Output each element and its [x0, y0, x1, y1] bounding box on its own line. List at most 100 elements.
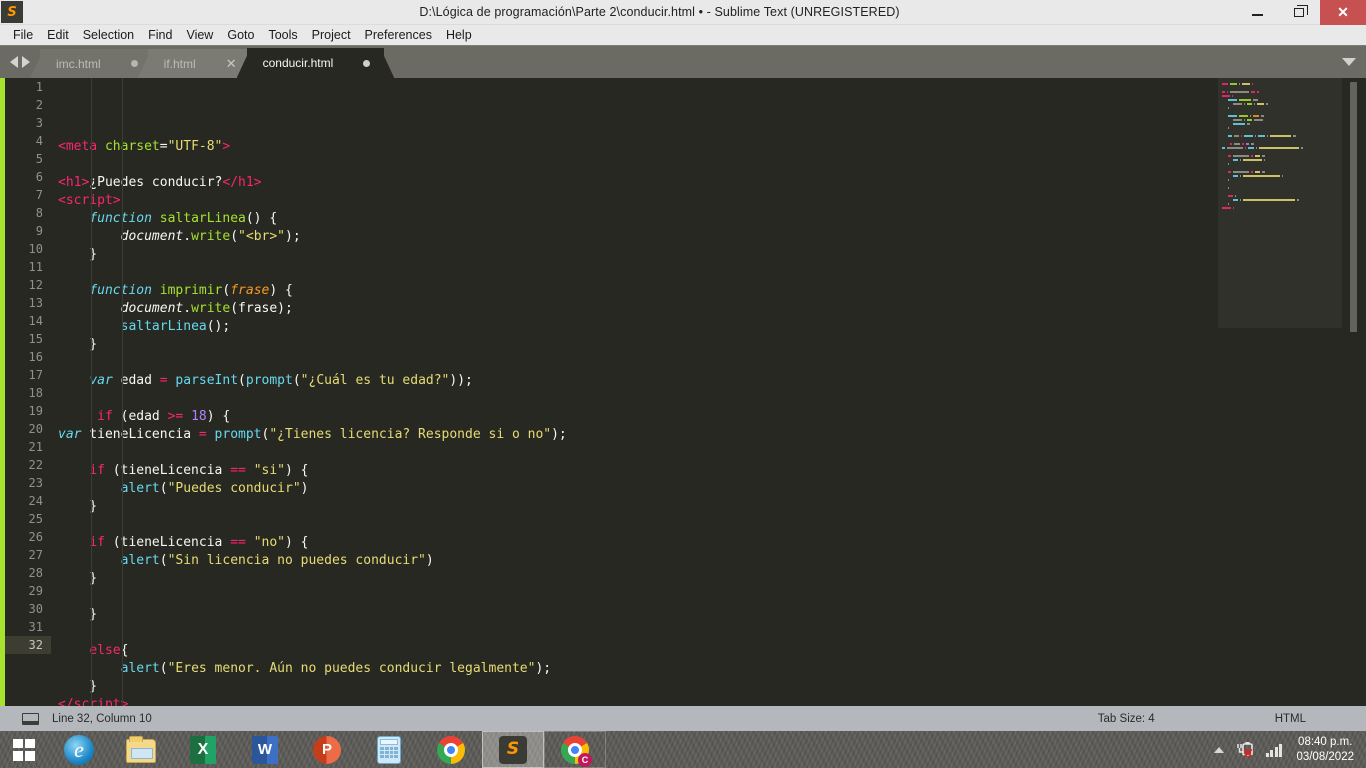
tab-prev-icon[interactable]	[10, 56, 18, 68]
code-line[interactable]	[51, 156, 1211, 174]
token-punct: (	[159, 481, 168, 496]
syntax-indicator[interactable]: HTML	[1275, 713, 1306, 725]
code-line[interactable]	[51, 354, 1211, 372]
code-line[interactable]: function saltarLinea() {	[51, 210, 1211, 228]
code-line[interactable]: document.write(frase);	[51, 300, 1211, 318]
taskbar-item-powerpoint[interactable]	[296, 731, 358, 768]
clock[interactable]: 08:40 p.m. 03/08/2022	[1296, 735, 1354, 765]
code-line[interactable]	[51, 516, 1211, 534]
taskbar-item-word[interactable]	[234, 731, 296, 768]
token-op: >=	[167, 409, 184, 424]
token-punct: );	[285, 229, 301, 244]
close-icon: ✕	[1337, 4, 1349, 20]
menu-item-project[interactable]: Project	[305, 27, 358, 43]
code-line[interactable]: }	[51, 336, 1211, 354]
word-icon	[250, 735, 280, 765]
code-line[interactable]: function imprimir(frase) {	[51, 282, 1211, 300]
taskbar-item-chrome-window[interactable]: C	[544, 731, 606, 768]
token-punct: .	[183, 301, 192, 316]
code-line[interactable]: var tieneLicencia = prompt("¿Tienes lice…	[51, 426, 1211, 444]
code-line[interactable]: <script>	[51, 192, 1211, 210]
menu-item-view[interactable]: View	[179, 27, 220, 43]
code-line[interactable]: var edad = parseInt(prompt("¿Cuál es tu …	[51, 372, 1211, 390]
taskbar-item-excel[interactable]	[172, 731, 234, 768]
start-button[interactable]	[0, 731, 48, 768]
menu-item-preferences[interactable]: Preferences	[358, 27, 439, 43]
code-line[interactable]: if (tieneLicencia == "si") {	[51, 462, 1211, 480]
menu-item-help[interactable]: Help	[439, 27, 479, 43]
token-builtin: alert	[120, 661, 160, 676]
taskbar-item-calculator[interactable]	[358, 731, 420, 768]
battery-charging-error-icon[interactable]	[1236, 741, 1256, 758]
line-column-indicator: Line 32, Column 10	[52, 712, 152, 725]
tab-unsaved-dot-icon[interactable]	[130, 60, 138, 67]
sublime-logo-icon: S	[1, 1, 23, 23]
code-line[interactable]: </script>	[51, 696, 1211, 706]
code-line[interactable]: <meta charset="UTF-8">	[51, 138, 1211, 156]
minimize-button[interactable]	[1236, 0, 1278, 25]
token-op: ==	[230, 463, 246, 478]
sublime-icon: S	[498, 735, 528, 765]
code-line[interactable]	[51, 624, 1211, 642]
code-line[interactable]: }	[51, 678, 1211, 696]
code-line[interactable]: alert("Puedes conducir")	[51, 480, 1211, 498]
tab-conducir-html[interactable]: conducir.html	[236, 48, 395, 78]
sublime-text-window: S D:\Lógica de programación\Parte 2\cond…	[0, 0, 1366, 768]
restore-button[interactable]	[1278, 0, 1320, 25]
wifi-signal-icon[interactable]	[1265, 743, 1283, 757]
menu-item-find[interactable]: Find	[141, 27, 179, 43]
tab-unsaved-dot-icon[interactable]	[363, 59, 371, 67]
token-punct: )	[425, 553, 434, 568]
code-line[interactable]	[51, 444, 1211, 462]
show-hidden-icons-icon[interactable]	[1213, 746, 1224, 753]
taskbar-item-internet-explorer[interactable]	[48, 731, 110, 768]
code-line[interactable]	[51, 390, 1211, 408]
token-str: "Eres menor. Aún no puedes conducir lega…	[167, 661, 536, 676]
code-line[interactable]: }	[51, 606, 1211, 624]
close-button[interactable]: ✕	[1320, 0, 1366, 25]
menu-item-tools[interactable]: Tools	[261, 27, 304, 43]
token-obj: document	[120, 301, 184, 316]
menu-item-goto[interactable]: Goto	[220, 27, 261, 43]
line-number: 15	[28, 332, 43, 346]
code-line[interactable]: document.write("<br>");	[51, 228, 1211, 246]
token-punct: (frase);	[230, 301, 293, 316]
vertical-scrollbar[interactable]	[1348, 78, 1360, 706]
tab-size-indicator[interactable]: Tab Size: 4	[1098, 713, 1155, 725]
code-line[interactable]: alert("Eres menor. Aún no puedes conduci…	[51, 660, 1211, 678]
code-line[interactable]: <h1>¿Puedes conducir?</h1>	[51, 174, 1211, 192]
code-line[interactable]: }	[51, 570, 1211, 588]
menu-item-file[interactable]: File	[6, 27, 40, 43]
code-line[interactable]: if (tieneLicencia == "no") {	[51, 534, 1211, 552]
code-line[interactable]: else{	[51, 642, 1211, 660]
token-plain: (tieneLicencia	[104, 535, 231, 550]
code-line[interactable]: saltarLinea();	[51, 318, 1211, 336]
tab-if-html[interactable]: if.html ✕	[137, 49, 261, 78]
minimap[interactable]	[1218, 78, 1342, 706]
line-number: 19	[28, 404, 43, 418]
taskbar-item-file-explorer[interactable]	[110, 731, 172, 768]
code-editor[interactable]: 1 2 3 4 5 6 7 8 9 10 11 12 13 14 15 16 17 18 19 20 21 22 23 24 2…	[0, 78, 1366, 706]
taskbar-item-chrome[interactable]	[420, 731, 482, 768]
tab-label: conducir.html	[262, 56, 334, 70]
code-content[interactable]: <meta charset="UTF-8"> <h1 > ¿Puedes condu…	[51, 78, 1211, 706]
code-line[interactable]: alert("Sin licencia no puedes conducir")	[51, 552, 1211, 570]
code-line[interactable]	[51, 588, 1211, 606]
scrollbar-thumb[interactable]	[1350, 82, 1357, 332]
code-line[interactable]: if (edad >= 18) {	[51, 408, 1211, 426]
taskbar-item-sublime-text[interactable]: S	[482, 731, 544, 768]
tab-next-icon[interactable]	[22, 56, 30, 68]
tab-imc-html[interactable]: imc.html	[30, 49, 162, 78]
folder-icon	[126, 735, 156, 765]
code-line[interactable]: }	[51, 498, 1211, 516]
code-line[interactable]: }	[51, 246, 1211, 264]
console-panel-icon[interactable]	[22, 712, 39, 725]
tab-close-icon[interactable]: ✕	[226, 57, 237, 70]
menu-item-edit[interactable]: Edit	[40, 27, 76, 43]
tab-list-dropdown[interactable]	[1332, 46, 1366, 78]
code-line[interactable]	[51, 264, 1211, 282]
menu-item-selection[interactable]: Selection	[76, 27, 141, 43]
